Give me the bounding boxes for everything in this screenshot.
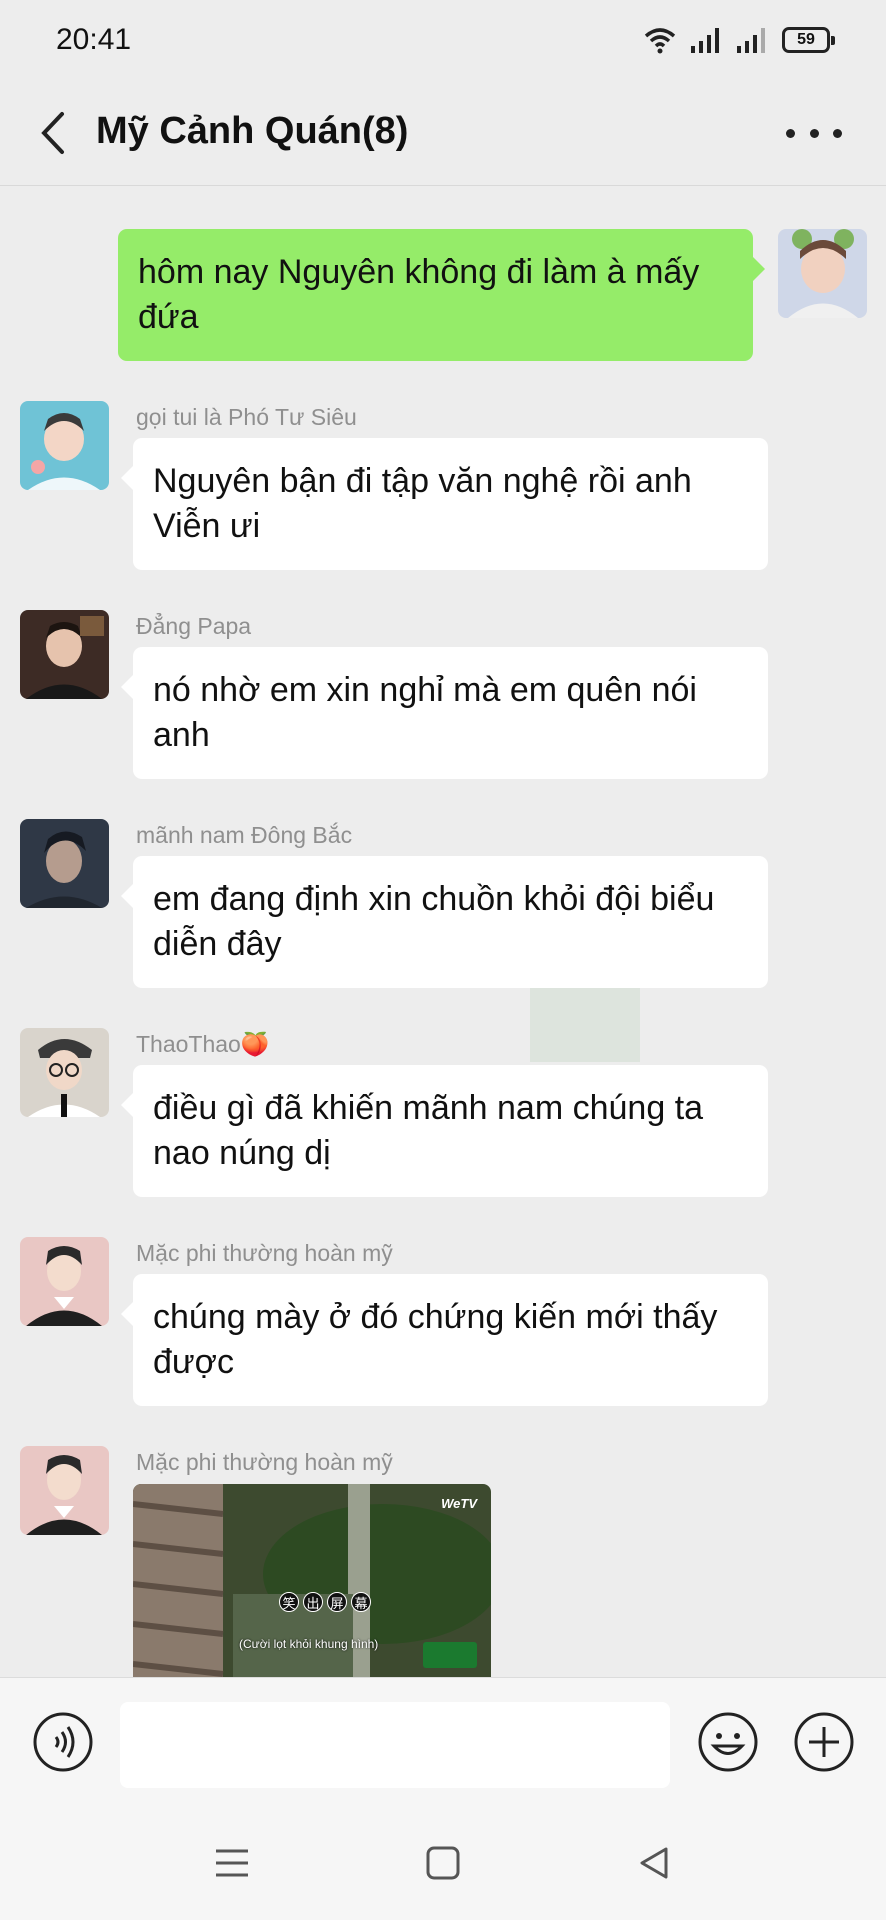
status-bar: 20:41 59 (0, 0, 886, 80)
voice-icon[interactable] (32, 1711, 94, 1773)
message-text: điều gì đã khiến mãnh nam chúng ta nao n… (153, 1089, 704, 1172)
message-bubble-incoming[interactable]: nó nhờ em xin nghỉ mà em quên nói anh (121, 647, 768, 779)
sender-name: ThaoThao🍑 (136, 1031, 270, 1057)
input-bar (0, 1677, 886, 1805)
message-text: em đang định xin chuồn khỏi đội biểu diễ… (153, 880, 715, 963)
message-bubble-outgoing[interactable]: hôm nay Nguyên không đi làm à mấy đứa (118, 229, 765, 361)
back-triangle-icon[interactable] (634, 1843, 674, 1883)
avatar[interactable] (20, 1446, 109, 1535)
home-icon[interactable] (423, 1843, 463, 1883)
page-title: Mỹ Cảnh Quán(8) (96, 110, 409, 152)
message-bubble-incoming[interactable]: chúng mày ở đó chứng kiến mới thấy được (121, 1274, 768, 1406)
sender-name: mãnh nam Đông Bắc (136, 822, 353, 848)
avatar[interactable] (20, 401, 109, 490)
message-text: hôm nay Nguyên không đi làm à mấy đứa (138, 253, 700, 336)
emoji-icon[interactable] (697, 1711, 759, 1773)
more-dots-icon[interactable] (786, 118, 842, 148)
message-text: chúng mày ở đó chứng kiến mới thấy được (153, 1298, 718, 1381)
message-text: Nguyên bận đi tập văn nghệ rồi anh Viễn … (153, 462, 692, 545)
status-icons: 59 (644, 26, 835, 54)
message-input[interactable] (120, 1702, 670, 1788)
status-time: 20:41 (56, 23, 132, 56)
chevron-left-icon[interactable] (32, 106, 76, 160)
avatar[interactable] (20, 1028, 109, 1117)
wifi-icon (644, 28, 676, 54)
video-brand: WeTV (441, 1496, 477, 1511)
avatar[interactable] (778, 229, 867, 318)
message-bubble-incoming[interactable]: điều gì đã khiến mãnh nam chúng ta nao n… (121, 1065, 768, 1197)
video-subtitle: (Cười lọt khỏi khung hình) (239, 1637, 379, 1651)
sender-name: Đẳng Papa (136, 613, 252, 639)
chat-header: Mỹ Cảnh Quán(8) (0, 80, 886, 186)
message-bubble-incoming[interactable]: em đang định xin chuồn khỏi đội biểu diễ… (121, 856, 768, 988)
video-badge (423, 1642, 477, 1668)
chat-message-list[interactable]: hôm nay Nguyên không đi làm à mấy đứa gọ… (0, 187, 886, 1677)
sender-name: Mặc phi thường hoàn mỹ (136, 1240, 393, 1266)
sender-name: gọi tui là Phó Tư Siêu (136, 404, 357, 430)
video-caption: 笑 出 屏 幕 (279, 1592, 371, 1612)
avatar[interactable] (20, 1237, 109, 1326)
avatar[interactable] (20, 610, 109, 699)
avatar[interactable] (20, 819, 109, 908)
battery-icon: 59 (782, 27, 835, 53)
video-message[interactable]: WeTV 笑 出 屏 幕 (Cười lọt khỏi khung hình) (133, 1484, 491, 1677)
battery-level: 59 (797, 31, 815, 48)
message-bubble-incoming[interactable]: Nguyên bận đi tập văn nghệ rồi anh Viễn … (121, 438, 768, 570)
sender-name: Mặc phi thường hoàn mỹ (136, 1449, 393, 1475)
system-nav-bar (0, 1805, 886, 1920)
signal-icon (691, 28, 719, 53)
message-text: nó nhờ em xin nghỉ mà em quên nói anh (153, 671, 697, 754)
plus-icon[interactable] (793, 1711, 855, 1773)
menu-icon[interactable] (212, 1843, 252, 1883)
signal-icon-2 (737, 28, 765, 53)
